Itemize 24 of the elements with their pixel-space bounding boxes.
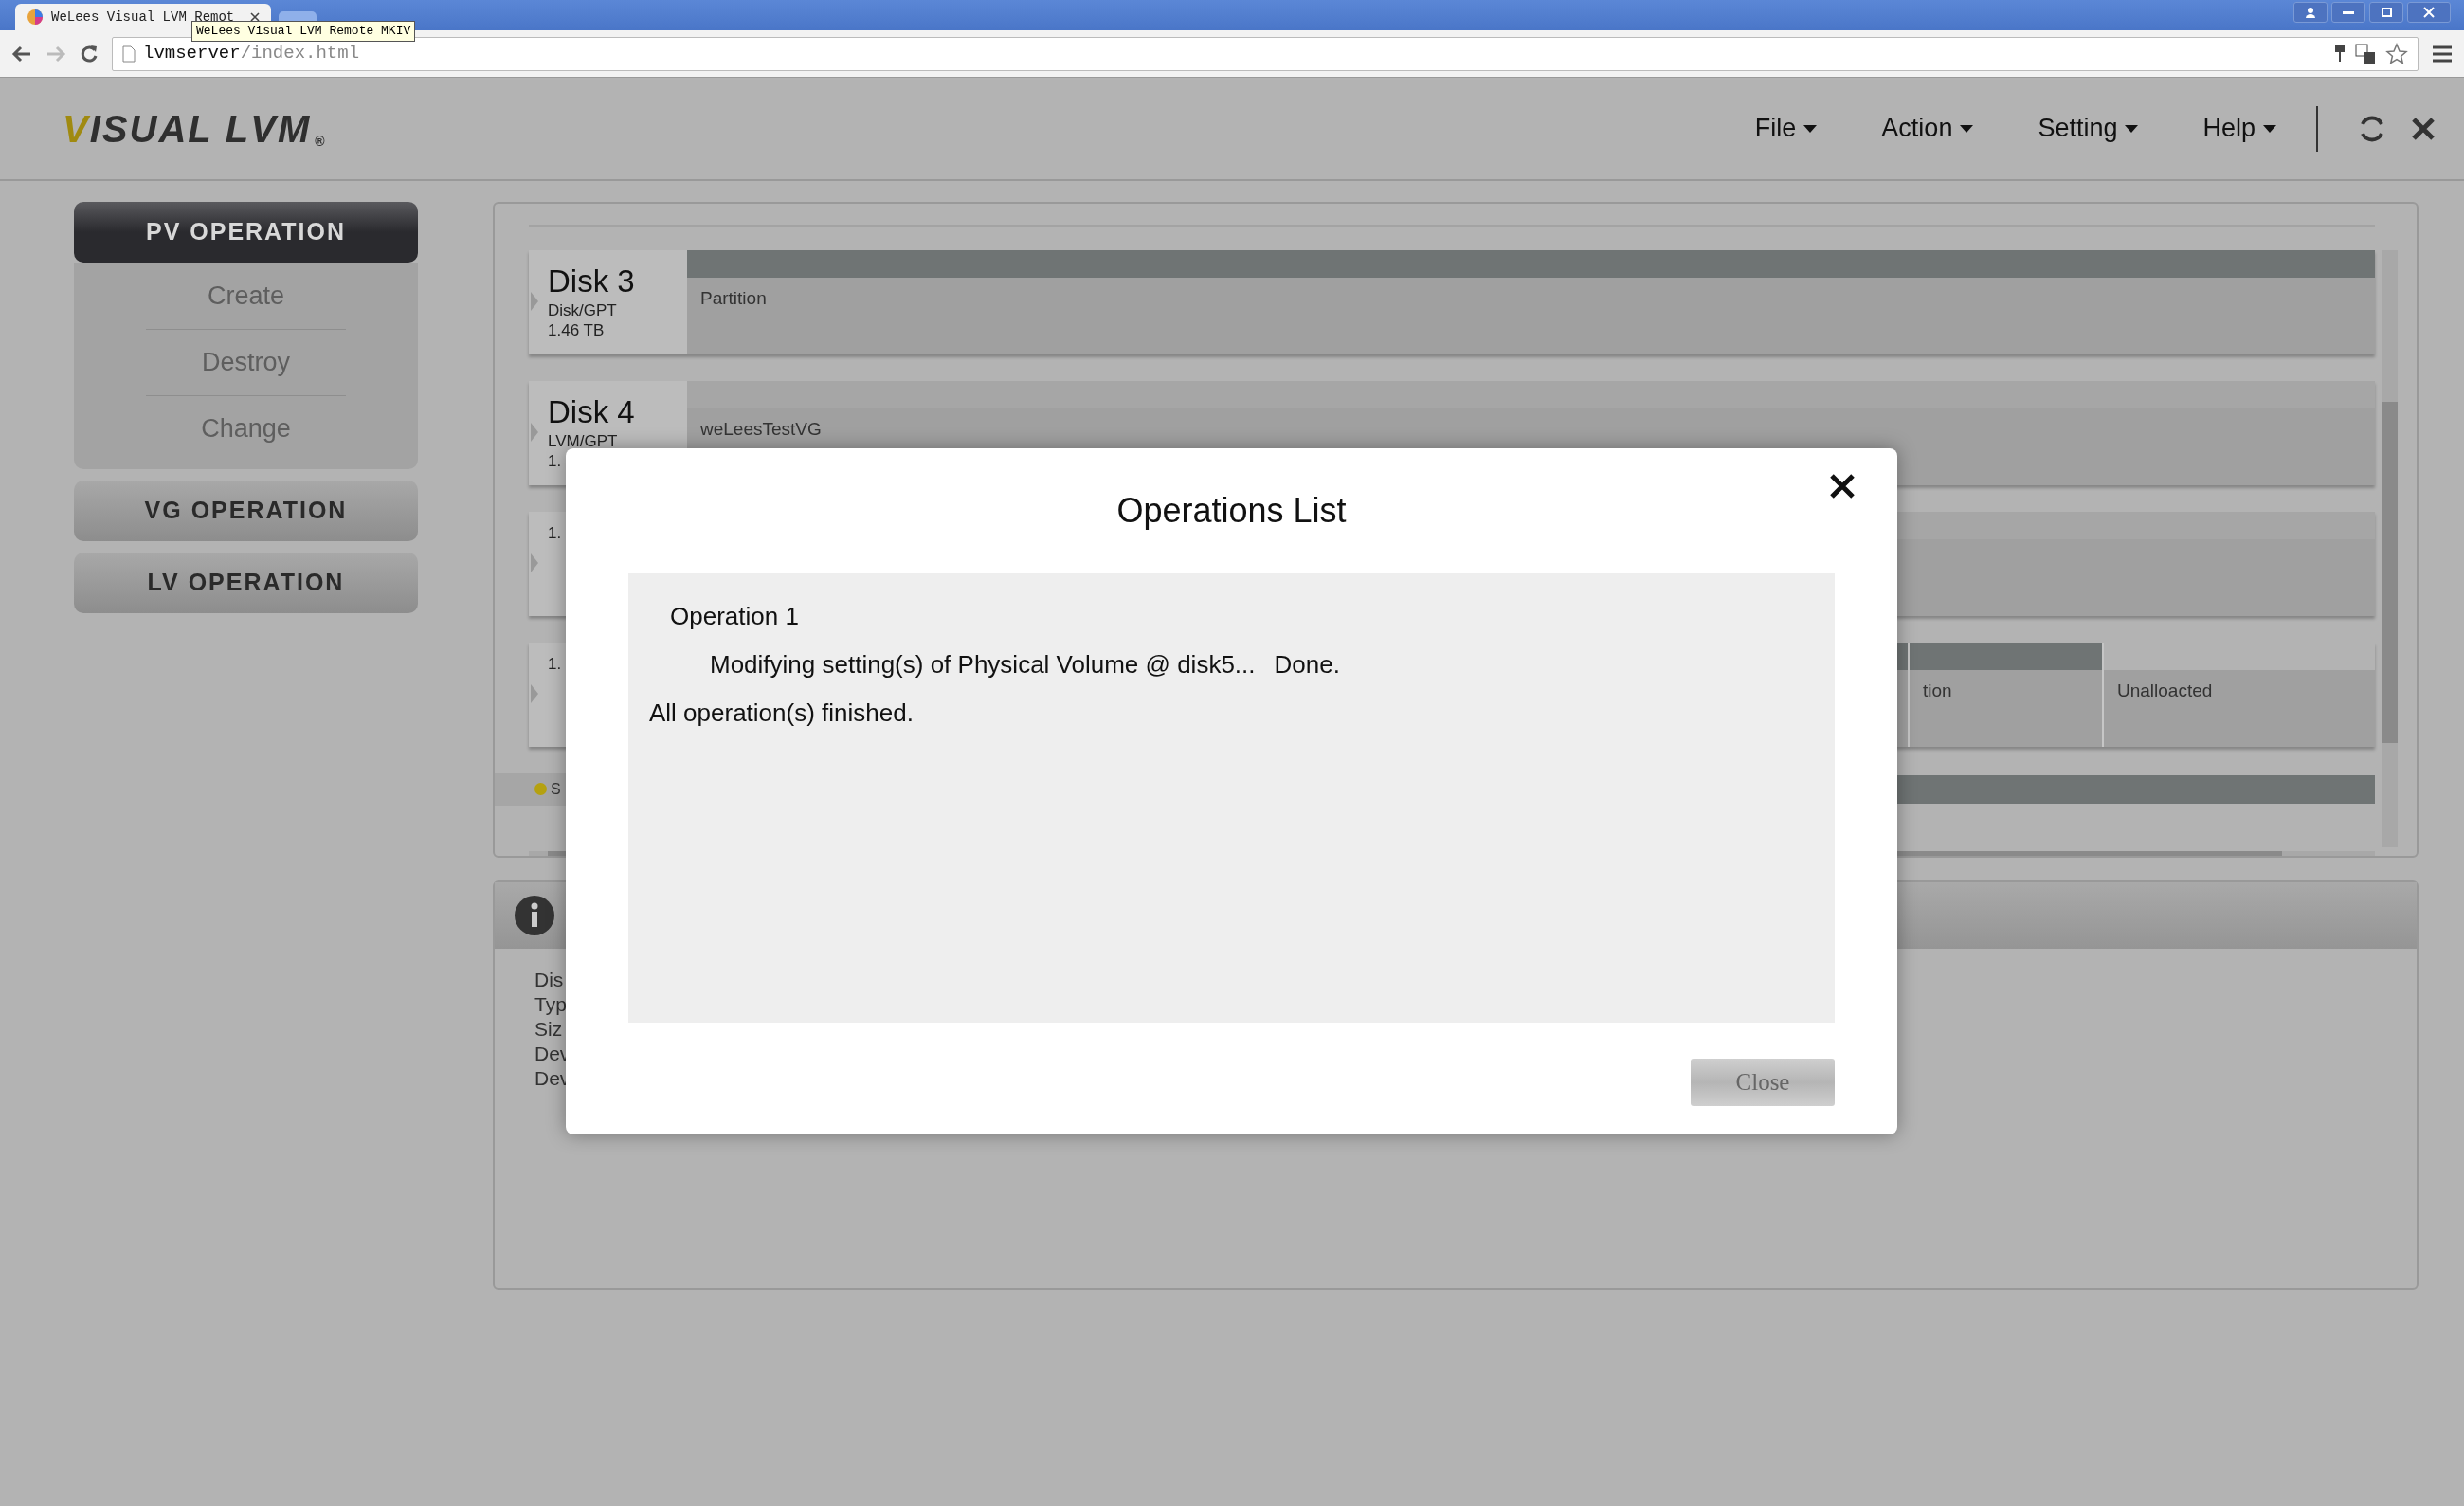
log-line: Operation 1 (670, 601, 799, 632)
segment-label: Unalloacted (2117, 680, 2213, 700)
url-text: lvmserver/index.html (143, 42, 360, 66)
disk-size: 1. (548, 451, 563, 472)
dialog-title: Operations List (1116, 490, 1347, 532)
disk-type: Disk/GPT (548, 300, 618, 321)
segment-label: weLeesTestVG (700, 418, 822, 439)
segment-label: tion (1923, 680, 1952, 700)
app-logo: VISUAL LVM® (63, 109, 327, 148)
tooltip: WeLees Visual LVM Remote MKIV (191, 21, 416, 42)
info-line: Dis (534, 968, 565, 992)
disk-name: Disk 3 (548, 262, 636, 300)
log-line: Modifying setting(s) of Physical Volume @ disk5... (710, 649, 1256, 680)
disk-size: 1. (548, 522, 563, 544)
disk-name: Disk 4 (548, 392, 636, 431)
info-line: Siz (534, 1017, 564, 1042)
log-line: All operation(s) finished. (649, 698, 914, 729)
disk-size: 1. (548, 653, 563, 675)
segment-label: Partition (700, 287, 767, 308)
info-line: Typ (534, 992, 568, 1017)
disk-size: 1.46 TB (548, 320, 606, 341)
log-status: Done. (1274, 649, 1340, 680)
legend-label: S (551, 779, 561, 799)
disk-type: LVM/GPT (548, 431, 619, 452)
